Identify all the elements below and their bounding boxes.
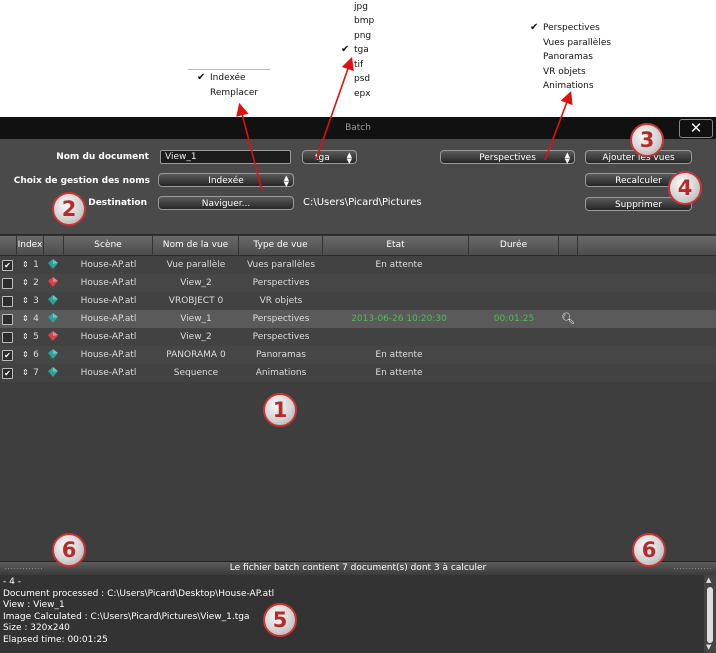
callout-badge-2: 2 (52, 192, 86, 226)
callout-badge-6-right: 6 (632, 533, 666, 567)
callout-badge-4: 4 (668, 171, 702, 205)
callout-badge-5: 5 (263, 603, 297, 637)
arrow-format (315, 56, 354, 161)
arrow-vues (544, 91, 573, 161)
callout-badge-1: 1 (263, 393, 297, 427)
callout-badge-3: 3 (630, 123, 664, 157)
callout-badge-6-left: 6 (52, 533, 86, 567)
annotation-arrows (236, 56, 573, 192)
arrow-gestion (236, 102, 263, 192)
